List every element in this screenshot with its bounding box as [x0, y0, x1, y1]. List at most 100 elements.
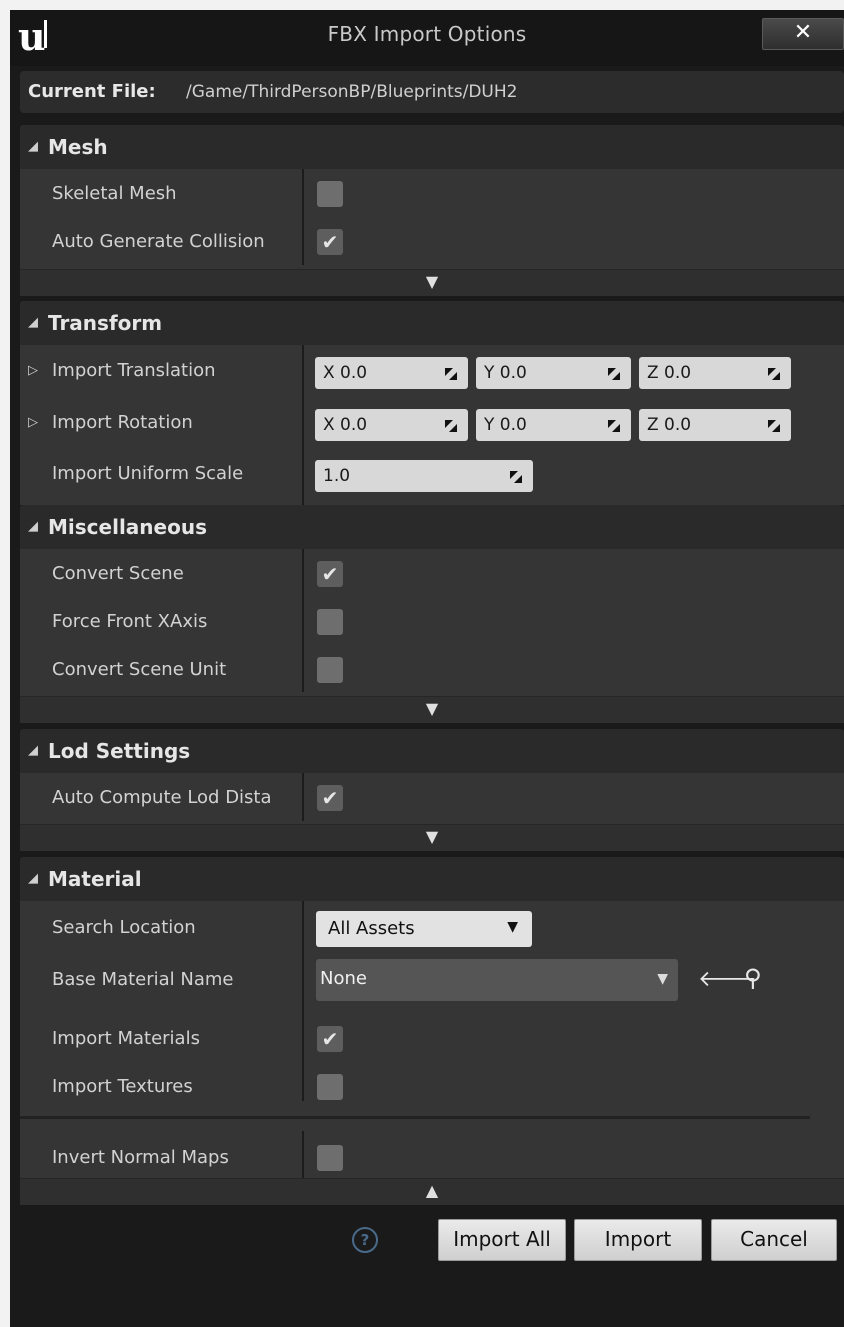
checkmark-icon: ✔ — [321, 1027, 339, 1051]
auto-generate-collision-label: Auto Generate Collision — [52, 231, 265, 252]
collapse-triangle-icon: ◢ — [28, 139, 38, 154]
collapse-triangle-icon: ◢ — [28, 871, 38, 886]
force-front-xaxis-checkbox[interactable] — [317, 609, 343, 635]
section-header-miscellaneous[interactable]: ◢ Miscellaneous — [20, 505, 844, 549]
section-body-transform: ▷ Import Translation X 0.0 Y 0.0 Z 0.0 ▷… — [20, 345, 844, 505]
section-body-miscellaneous: Convert Scene ✔ Force Front XAxis Conver… — [20, 549, 844, 696]
column-divider[interactable] — [302, 773, 304, 821]
expand-arrow-icon: ▼ — [425, 272, 439, 291]
rotation-x-field[interactable]: X 0.0 — [315, 409, 468, 441]
base-material-picker[interactable]: None ▼ — [316, 959, 678, 1001]
section-body-material: Search Location All Assets ▼ Base Materi… — [20, 901, 844, 1178]
rotation-y-value: Y 0.0 — [484, 415, 527, 435]
cancel-button[interactable]: Cancel — [711, 1219, 837, 1261]
section-title-lod-settings: Lod Settings — [48, 739, 191, 763]
translation-y-value: Y 0.0 — [484, 363, 527, 383]
rotation-z-field[interactable]: Z 0.0 — [639, 409, 791, 441]
help-icon[interactable]: ? — [352, 1227, 378, 1253]
advanced-expander-miscellaneous[interactable]: ▼ — [20, 696, 844, 723]
section-title-transform: Transform — [48, 311, 163, 335]
collapse-triangle-icon: ◢ — [28, 743, 38, 758]
expand-row-icon[interactable]: ▷ — [28, 363, 38, 378]
collapse-triangle-icon: ◢ — [28, 315, 38, 330]
collapse-triangle-icon: ◢ — [28, 519, 38, 534]
advanced-collapser-material[interactable]: ▲ — [20, 1178, 844, 1205]
skeletal-mesh-checkbox[interactable] — [317, 181, 343, 207]
checkmark-icon: ✔ — [321, 230, 339, 254]
uniform-scale-value: 1.0 — [323, 466, 351, 486]
browse-search-icon[interactable]: ⚲ — [744, 964, 762, 992]
search-location-dropdown[interactable]: All Assets ▼ — [316, 911, 532, 947]
window-title: FBX Import Options — [327, 22, 527, 46]
uniform-scale-field[interactable]: 1.0 — [315, 460, 533, 492]
convert-scene-unit-checkbox[interactable] — [317, 657, 343, 683]
import-textures-label: Import Textures — [52, 1076, 193, 1097]
import-textures-checkbox[interactable] — [317, 1074, 343, 1100]
checkmark-icon: ✔ — [321, 562, 339, 586]
auto-compute-lod-distances-checkbox[interactable]: ✔ — [317, 785, 343, 811]
base-material-name-label: Base Material Name — [52, 969, 234, 990]
expand-arrow-icon: ▼ — [425, 827, 439, 846]
dropdown-arrow-icon: ▼ — [657, 971, 668, 987]
import-all-button[interactable]: Import All — [438, 1219, 566, 1261]
section-body-mesh: Skeletal Mesh Auto Generate Collision ✔ — [20, 169, 844, 269]
auto-compute-lod-distances-label: Auto Compute Lod Dista — [52, 787, 272, 808]
checkmark-icon: ✔ — [321, 786, 339, 810]
section-title-mesh: Mesh — [48, 135, 108, 159]
convert-scene-checkbox[interactable]: ✔ — [317, 561, 343, 587]
import-button[interactable]: Import — [574, 1219, 702, 1261]
current-file-label: Current File: — [28, 81, 156, 102]
section-title-miscellaneous: Miscellaneous — [48, 515, 207, 539]
section-header-mesh[interactable]: ◢ Mesh — [20, 125, 844, 169]
rotation-y-field[interactable]: Y 0.0 — [476, 409, 631, 441]
import-uniform-scale-label: Import Uniform Scale — [52, 463, 244, 484]
translation-z-field[interactable]: Z 0.0 — [639, 357, 791, 389]
advanced-expander-lod-settings[interactable]: ▼ — [20, 824, 844, 851]
advanced-expander-mesh[interactable]: ▼ — [20, 269, 844, 296]
column-divider[interactable] — [302, 169, 304, 265]
invert-normal-maps-label: Invert Normal Maps — [52, 1147, 229, 1168]
auto-generate-collision-checkbox[interactable]: ✔ — [317, 229, 343, 255]
convert-scene-label: Convert Scene — [52, 563, 184, 584]
section-header-material[interactable]: ◢ Material — [20, 857, 844, 901]
spin-drag-icon[interactable] — [444, 419, 458, 433]
title-bar[interactable]: u FBX Import Options ✕ — [10, 10, 844, 66]
invert-normal-maps-checkbox[interactable] — [317, 1145, 343, 1171]
section-separator — [20, 1116, 810, 1119]
convert-scene-unit-label: Convert Scene Unit — [52, 659, 227, 680]
section-body-lod-settings: Auto Compute Lod Dista ✔ — [20, 773, 844, 824]
column-divider[interactable] — [302, 549, 304, 692]
fbx-import-dialog: u FBX Import Options ✕ Current File: /Ga… — [10, 10, 844, 1327]
column-divider[interactable] — [302, 901, 304, 1101]
collapse-arrow-icon: ▲ — [425, 1181, 439, 1200]
section-header-lod-settings[interactable]: ◢ Lod Settings — [20, 729, 844, 773]
spin-drag-icon[interactable] — [607, 367, 621, 381]
spin-drag-icon[interactable] — [509, 470, 523, 484]
rotation-x-value: X 0.0 — [323, 415, 368, 435]
import-translation-label: Import Translation — [52, 360, 216, 381]
import-rotation-label: Import Rotation — [52, 412, 193, 433]
close-button[interactable]: ✕ — [762, 18, 844, 50]
translation-z-value: Z 0.0 — [647, 363, 692, 383]
dropdown-arrow-icon: ▼ — [507, 919, 518, 935]
import-materials-checkbox[interactable]: ✔ — [317, 1026, 343, 1052]
rotation-z-value: Z 0.0 — [647, 415, 692, 435]
section-header-transform[interactable]: ◢ Transform — [20, 301, 844, 345]
column-divider[interactable] — [302, 1131, 304, 1178]
translation-x-field[interactable]: X 0.0 — [315, 357, 468, 389]
expand-row-icon[interactable]: ▷ — [28, 415, 38, 430]
spin-drag-icon[interactable] — [767, 419, 781, 433]
spin-drag-icon[interactable] — [767, 367, 781, 381]
skeletal-mesh-label: Skeletal Mesh — [52, 183, 177, 204]
column-divider[interactable] — [302, 345, 304, 505]
force-front-xaxis-label: Force Front XAxis — [52, 611, 208, 632]
spin-drag-icon[interactable] — [607, 419, 621, 433]
search-location-label: Search Location — [52, 917, 196, 938]
current-file-path: /Game/ThirdPersonBP/Blueprints/DUH2 — [186, 82, 518, 102]
expand-arrow-icon: ▼ — [425, 699, 439, 718]
search-location-value: All Assets — [328, 918, 415, 939]
translation-y-field[interactable]: Y 0.0 — [476, 357, 631, 389]
spin-drag-icon[interactable] — [444, 367, 458, 381]
import-materials-label: Import Materials — [52, 1028, 200, 1049]
current-file-bar: Current File: /Game/ThirdPersonBP/Bluepr… — [20, 71, 844, 113]
